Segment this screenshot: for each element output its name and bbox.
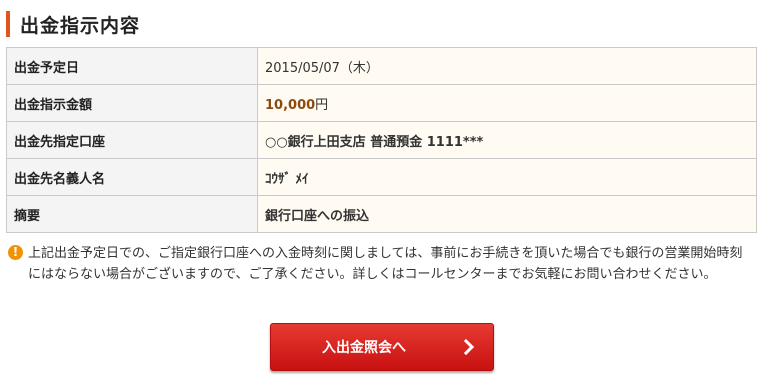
row-label: 出金先名義人名 [6, 158, 258, 196]
bank-account-value: ○○銀行上田支店 普通預金 1111*** [257, 121, 757, 159]
row-label: 出金先指定口座 [6, 121, 258, 159]
deposit-withdrawal-inquiry-button[interactable]: 入出金照会へ [270, 323, 494, 371]
table-row: 出金先指定口座 ○○銀行上田支店 普通預金 1111*** [6, 121, 757, 159]
title-accent-bar [6, 11, 10, 37]
withdrawal-amount-value: 10,000 [265, 97, 316, 113]
withdrawal-date-value: 2015/05/07（木） [257, 47, 757, 85]
section-header: 出金指示内容 [6, 10, 140, 38]
currency-unit: 円 [315, 97, 329, 113]
withdrawal-details-table: 出金予定日 2015/05/07（木） 出金指示金額 10,000円 出金先指定… [6, 47, 757, 233]
notice-text: 上記出金予定日での、ご指定銀行口座への入金時刻に関しましては、事前にお手続きを頂… [28, 246, 743, 282]
notice-message: ! 上記出金予定日での、ご指定銀行口座への入金時刻に関しましては、事前にお手続き… [8, 243, 760, 285]
exclamation-icon: ! [8, 245, 23, 260]
page-title: 出金指示内容 [20, 14, 141, 37]
chevron-right-icon [463, 338, 475, 356]
row-label: 出金指示金額 [6, 84, 258, 122]
table-row: 摘要 銀行口座への振込 [6, 195, 757, 233]
table-row: 出金先名義人名 ｺｳｻﾞ ﾒｲ [6, 158, 757, 196]
table-row: 出金指示金額 10,000円 [6, 84, 757, 122]
button-label: 入出金照会へ [322, 340, 406, 356]
account-holder-value: ｺｳｻﾞ ﾒｲ [257, 158, 757, 196]
table-row: 出金予定日 2015/05/07（木） [6, 47, 757, 85]
description-value: 銀行口座への振込 [257, 195, 757, 233]
withdrawal-amount-cell: 10,000円 [257, 84, 757, 122]
row-label: 出金予定日 [6, 47, 258, 85]
row-label: 摘要 [6, 195, 258, 233]
